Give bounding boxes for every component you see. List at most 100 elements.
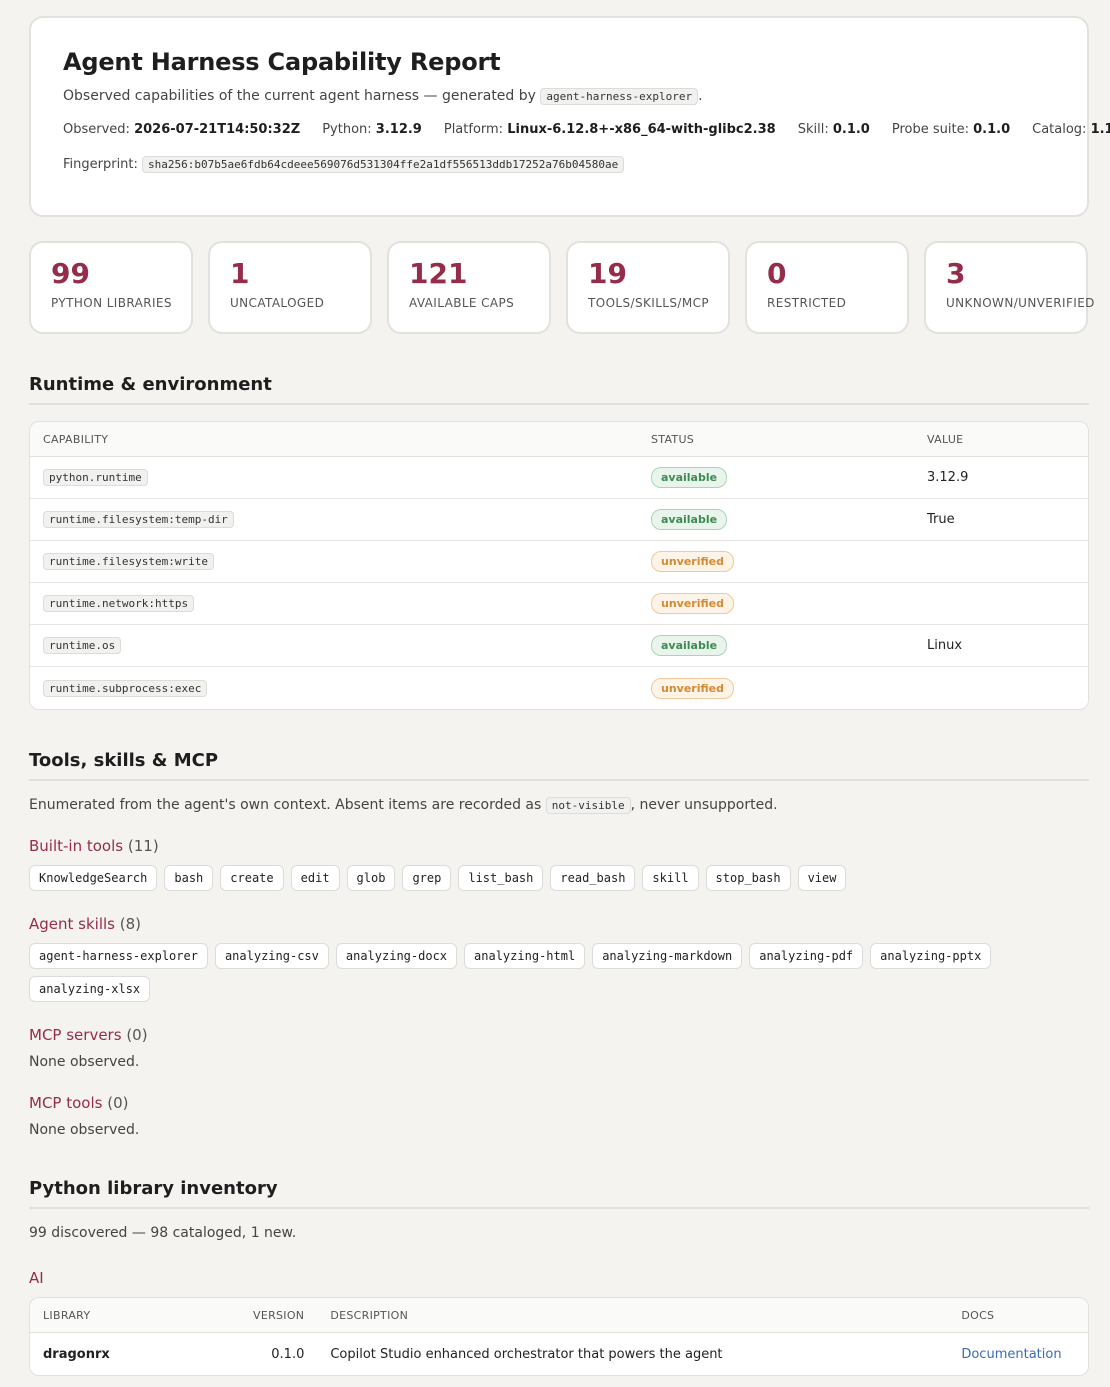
value-cell bbox=[914, 541, 1088, 583]
value-cell: Linux bbox=[914, 625, 1088, 667]
stat-card: 3 UNKNOWN/UNVERIFIED bbox=[924, 241, 1094, 334]
capability-cell: runtime.network:https bbox=[30, 583, 638, 625]
metadata-label: Catalog: bbox=[1032, 122, 1087, 137]
agent-skills-list: agent-harness-explorer analyzing-csv analy… bbox=[29, 943, 1089, 1002]
metadata-label: Python: bbox=[322, 122, 372, 137]
table-row: runtime.subprocess:exec unverified bbox=[30, 667, 1088, 709]
status-cell: unverified bbox=[638, 583, 914, 625]
metadata-item: Catalog: 1.1 bbox=[1032, 122, 1110, 137]
library-summary: 99 discovered — 98 cataloged, 1 new. bbox=[29, 1225, 297, 1241]
metadata-value: Linux-6.12.8+-x86_64-with-glibc2.38 bbox=[507, 122, 776, 137]
metadata-label: Platform: bbox=[443, 122, 504, 137]
page-title: Agent Harness Capability Report bbox=[63, 48, 501, 76]
library-heading: Python library inventory bbox=[29, 1178, 1089, 1209]
tool-pill: read_bash bbox=[550, 865, 636, 891]
table-row: runtime.network:https unverified bbox=[30, 583, 1088, 625]
lead-text: Enumerated from the agent's own context.… bbox=[29, 797, 542, 813]
value-cell: True bbox=[914, 499, 1088, 541]
stat-label: AVAILABLE CAPS bbox=[409, 295, 515, 310]
stat-value: 1 bbox=[230, 257, 250, 290]
metadata-label: Probe suite: bbox=[891, 122, 969, 137]
metadata-item: Skill: 0.1.0 bbox=[798, 122, 870, 137]
stat-label: RESTRICTED bbox=[767, 295, 847, 310]
builtin-tools-title: Built-in tools bbox=[29, 837, 124, 855]
documentation-link[interactable]: Documentation bbox=[961, 1347, 1061, 1362]
mcp-tools-count: (0) bbox=[107, 1094, 129, 1112]
library-version: 0.1.0 bbox=[271, 1346, 305, 1362]
status-badge: available bbox=[651, 509, 728, 530]
capability-cell: runtime.subprocess:exec bbox=[30, 667, 638, 709]
metadata-value: 0.1.0 bbox=[973, 122, 1011, 137]
column-header-version: VERSION bbox=[240, 1298, 318, 1333]
stat-card: 0 RESTRICTED bbox=[745, 241, 909, 334]
capability-name: runtime.os bbox=[43, 637, 122, 654]
tool-pill: analyzing-xlsx bbox=[29, 976, 151, 1002]
library-group-heading: AI bbox=[29, 1269, 44, 1287]
capability-name: python.runtime bbox=[43, 469, 148, 486]
tools-heading: Tools, skills & MCP bbox=[29, 750, 1089, 781]
tool-pill: edit bbox=[290, 865, 340, 891]
metadata-value: 3.12.9 bbox=[375, 122, 422, 137]
value-cell bbox=[914, 667, 1088, 709]
stat-card: 99 PYTHON LIBRARIES bbox=[29, 241, 193, 334]
library-name: dragonrx bbox=[30, 1333, 240, 1375]
capability-cell: runtime.os bbox=[30, 625, 638, 667]
column-header-docs: DOCS bbox=[948, 1298, 1088, 1333]
library-description: Copilot Studio enhanced orchestrator tha… bbox=[330, 1346, 723, 1362]
status-cell: available bbox=[638, 457, 914, 499]
fingerprint-row: Fingerprint: sha256:b07b5ae6fdb64cdeee56… bbox=[63, 156, 1055, 173]
subtitle-suffix: . bbox=[698, 88, 703, 104]
stat-value: 3 bbox=[946, 257, 966, 290]
tool-pill: create bbox=[220, 865, 284, 891]
column-header-library: LIBRARY bbox=[30, 1298, 240, 1333]
column-header-capability: CAPABILITY bbox=[30, 422, 638, 457]
metadata-label: Skill: bbox=[797, 122, 829, 137]
builtin-tools-count: (11) bbox=[127, 837, 159, 855]
tool-pill: analyzing-markdown bbox=[592, 943, 743, 969]
tool-pill: bash bbox=[164, 865, 214, 891]
library-section: Python library inventory 99 discovered —… bbox=[29, 1178, 1089, 1376]
stat-label: TOOLS/SKILLS/MCP bbox=[588, 295, 709, 310]
library-header-row: LIBRARY VERSION DESCRIPTION DOCS bbox=[30, 1298, 1088, 1333]
status-badge: available bbox=[651, 635, 728, 656]
capability-cell: python.runtime bbox=[30, 457, 638, 499]
agent-skills-count: (8) bbox=[119, 915, 142, 933]
metadata-item: Python: 3.12.9 bbox=[322, 122, 422, 137]
table-row: runtime.filesystem:write unverified bbox=[30, 541, 1088, 583]
capability-name: runtime.filesystem:write bbox=[43, 553, 214, 570]
tool-pill: analyzing-pptx bbox=[870, 943, 992, 969]
runtime-header-row: CAPABILITY STATUS VALUE bbox=[30, 422, 1088, 457]
tool-pill: skill bbox=[642, 865, 699, 891]
column-header-description: DESCRIPTION bbox=[317, 1298, 949, 1333]
status-cell: available bbox=[638, 499, 914, 541]
not-visible-chip: not-visible bbox=[545, 797, 631, 814]
stat-value: 99 bbox=[51, 257, 90, 290]
stat-label: PYTHON LIBRARIES bbox=[51, 295, 172, 310]
fingerprint-value: sha256:b07b5ae6fdb64cdeee569076d531304ff… bbox=[142, 156, 625, 173]
generator-tool-chip: agent-harness-explorer bbox=[540, 88, 699, 105]
value-cell: 3.12.9 bbox=[914, 457, 1088, 499]
tool-pill: analyzing-pdf bbox=[749, 943, 864, 969]
mcp-tools-title: MCP tools bbox=[29, 1094, 103, 1112]
metadata-item: Platform: Linux-6.12.8+-x86_64-with-glib… bbox=[444, 122, 776, 137]
column-header-value: VALUE bbox=[914, 422, 1088, 457]
metadata-value: 1.1 bbox=[1090, 122, 1110, 137]
report-header: Agent Harness Capability Report Observed… bbox=[29, 16, 1110, 217]
capability-name: runtime.subprocess:exec bbox=[43, 679, 208, 697]
mcp-servers-count: (0) bbox=[126, 1026, 148, 1044]
tools-lead: Enumerated from the agent's own context.… bbox=[29, 797, 1089, 814]
tool-pill: analyzing-html bbox=[464, 943, 586, 969]
metadata-row: Observed: 2026-07-21T14:50:32Z Python: 3.… bbox=[63, 122, 1110, 137]
capability-cell: runtime.filesystem:write bbox=[30, 541, 638, 583]
stat-card: 121 AVAILABLE CAPS bbox=[387, 241, 551, 334]
tool-pill: glob bbox=[346, 865, 396, 891]
tool-pill: analyzing-docx bbox=[335, 943, 458, 969]
mcp-servers-title: MCP servers bbox=[29, 1026, 122, 1044]
metadata-value: 2026-07-21T14:50:32Z bbox=[134, 122, 301, 137]
runtime-table: CAPABILITY STATUS VALUE python.runtime av… bbox=[29, 421, 1089, 710]
column-header-status: STATUS bbox=[638, 422, 914, 457]
value-cell bbox=[914, 583, 1088, 625]
status-cell: unverified bbox=[638, 541, 914, 583]
lead-suffix: , never unsupported. bbox=[630, 797, 778, 813]
status-badge: unverified bbox=[651, 593, 734, 614]
